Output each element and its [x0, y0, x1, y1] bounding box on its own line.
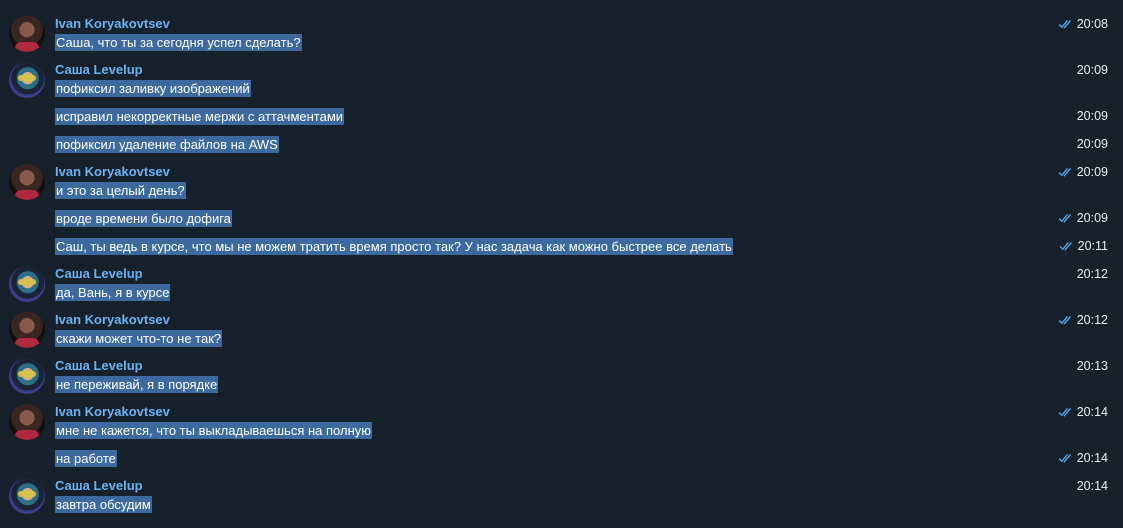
message-time: 20:12: [1076, 267, 1108, 281]
message-text: Саш, ты ведь в курсе, что мы не можем тр…: [55, 238, 733, 255]
message-text: пофиксил заливку изображений: [55, 80, 251, 97]
message-meta: 20:09: [1077, 108, 1108, 124]
message-meta: 20:14: [1058, 450, 1108, 466]
message-meta: 20:08: [1058, 16, 1108, 32]
message-time: 20:08: [1076, 17, 1108, 31]
author-name[interactable]: Саша Levelup: [55, 358, 143, 374]
message-text: скажи может что-то не так?: [55, 330, 223, 347]
message-text: исправил некорректные мержи с аттачмента…: [55, 108, 345, 125]
message-text: мне не кажется, что ты выкладываешься на…: [55, 422, 373, 439]
message-time: 20:14: [1076, 479, 1108, 493]
avatar[interactable]: [9, 266, 45, 302]
author-name[interactable]: Саша Levelup: [55, 62, 143, 78]
message-time: 20:12: [1076, 313, 1108, 327]
author-name[interactable]: Ivan Koryakovtsev: [55, 312, 170, 328]
author-name[interactable]: Саша Levelup: [55, 266, 143, 282]
message-text: Саша, что ты за сегодня успел сделать?: [55, 34, 302, 51]
message-time: 20:14: [1076, 405, 1108, 419]
author-name[interactable]: Ivan Koryakovtsev: [55, 164, 170, 180]
message-text: не переживай, я в порядке: [55, 376, 219, 393]
avatar[interactable]: [9, 478, 45, 514]
message-meta: 20:12: [1058, 312, 1108, 328]
message-meta: 20:14: [1058, 404, 1108, 420]
avatar[interactable]: [9, 62, 45, 98]
chat-history[interactable]: Ivan Koryakovtsev Саша, что ты за сегодн…: [0, 0, 1123, 528]
author-name[interactable]: Ivan Koryakovtsev: [55, 404, 170, 420]
message-time: 20:09: [1076, 165, 1108, 179]
message-time: 20:11: [1077, 239, 1108, 253]
message-text: завтра обсудим: [55, 496, 152, 513]
message-meta: 20:12: [1077, 266, 1108, 282]
message-meta: 20:09: [1077, 136, 1108, 152]
double-check-icon: [1058, 407, 1073, 417]
avatar[interactable]: [9, 358, 45, 394]
message-time: 20:09: [1076, 211, 1108, 225]
message-text: на работе: [55, 450, 117, 467]
message-text: пофиксил удаление файлов на AWS: [55, 136, 279, 153]
avatar[interactable]: [9, 164, 45, 200]
message-text: и это за целый день?: [55, 182, 186, 199]
author-name[interactable]: Саша Levelup: [55, 478, 143, 494]
message-time: 20:13: [1076, 359, 1108, 373]
message-meta: 20:11: [1059, 238, 1108, 254]
message-time: 20:09: [1076, 137, 1108, 151]
author-name[interactable]: Ivan Koryakovtsev: [55, 16, 170, 32]
double-check-icon: [1058, 213, 1073, 223]
message-meta: 20:09: [1058, 164, 1108, 180]
message-meta: 20:09: [1077, 62, 1108, 78]
message-time: 20:14: [1076, 451, 1108, 465]
message-time: 20:09: [1076, 63, 1108, 77]
avatar[interactable]: [9, 16, 45, 52]
avatar[interactable]: [9, 404, 45, 440]
message-meta: 20:14: [1077, 478, 1108, 494]
double-check-icon: [1058, 19, 1073, 29]
double-check-icon: [1058, 167, 1073, 177]
message-meta: 20:09: [1058, 210, 1108, 226]
message-meta: 20:13: [1077, 358, 1108, 374]
double-check-icon: [1058, 315, 1073, 325]
double-check-icon: [1059, 241, 1074, 251]
message-time: 20:09: [1076, 109, 1108, 123]
message-text: вроде времени было дофига: [55, 210, 232, 227]
avatar[interactable]: [9, 312, 45, 348]
double-check-icon: [1058, 453, 1073, 463]
message-text: да, Вань, я в курсе: [55, 284, 171, 301]
